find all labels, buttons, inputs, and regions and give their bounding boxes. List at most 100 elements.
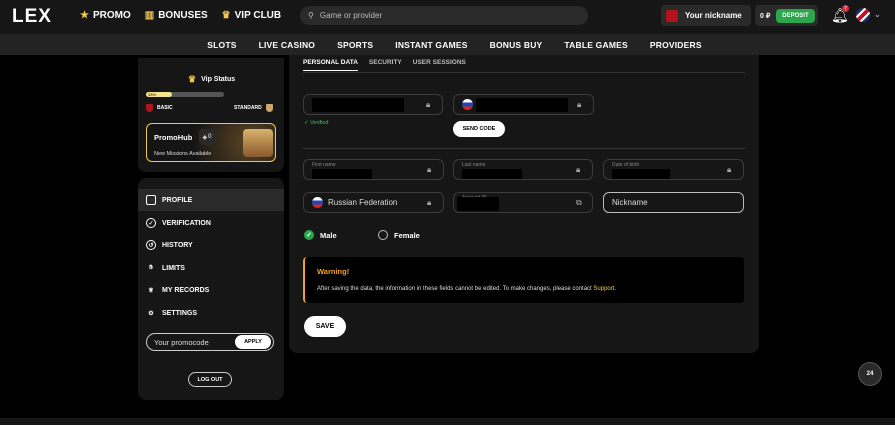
promocode-input[interactable]: Your promocode APPLY [146,333,274,351]
nav-bonuses[interactable]: ▥ BONUSES [145,10,208,21]
first-name-field[interactable]: First name 🔒︎ [303,159,444,180]
country-value: Russian Federation [328,198,398,207]
save-button[interactable]: SAVE [304,316,346,337]
nav-promo-label: PROMO [92,10,131,21]
menu-item-settings[interactable]: ⚙ SETTINGS [138,302,284,324]
nickname-placeholder: Nickname [612,198,648,207]
gender-female-label: Female [394,230,420,240]
date-of-birth-field[interactable]: Date of birth 🔒︎ [603,159,744,180]
phone-field[interactable]: 🔒︎ [453,94,594,115]
category-slots[interactable]: SLOTS [196,34,247,55]
copy-icon[interactable]: ⧉ [576,198,583,207]
uk-flag-icon[interactable] [856,8,870,22]
lock-icon: 🔒︎ [727,165,732,174]
search-input[interactable]: ⚲ Game or provider [300,6,588,25]
tab-user-sessions[interactable]: USER SESSIONS [413,59,466,71]
redacted-value [312,98,404,112]
promohub-card[interactable]: PromoHub ◈ 0 New Missions Available [146,123,276,162]
promohub-counter: ◈ 0 [199,129,215,145]
account-id-field[interactable]: Account ID ⧉ [453,192,593,213]
gender-female-radio[interactable]: Female [378,230,420,240]
user-menu[interactable]: Your nickname [661,5,751,26]
top-header: LEX ★ PROMO ▥ BONUSES ♛ VIP CLUB ⚲ Game or … [0,0,895,34]
search-icon: ⚲ [308,11,314,20]
vip-card: ♛ Vip Status 33% BASIC STANDARD PromoHub … [138,58,284,172]
search-placeholder: Game or provider [319,11,383,20]
lock-icon: 🔒︎ [577,100,582,109]
email-field[interactable]: 🔒︎ [303,94,443,115]
tab-security[interactable]: SECURITY [369,59,402,71]
category-sports[interactable]: SPORTS [326,34,384,55]
nav-promo[interactable]: ★ PROMO [80,10,131,21]
balance-box: 0 ₽ DEPOSIT [755,5,818,26]
support-chat-button[interactable]: 24 [858,362,882,386]
warning-text: After saving the data, the information i… [317,286,617,292]
dob-label: Date of birth [612,162,640,168]
category-nav: SLOTS LIVE CASINO SPORTS INSTANT GAMES B… [0,34,895,55]
check-icon: ✓ [304,230,314,240]
shield-icon [146,104,153,112]
nav-vip-label: VIP CLUB [234,10,282,21]
menu-item-profile[interactable]: PROFILE [138,189,284,211]
menu-item-history[interactable]: ↺ HISTORY [138,234,284,256]
support-link[interactable]: Support [593,286,614,292]
profile-panel: PERSONAL DATA SECURITY USER SESSIONS 🔒︎ … [289,55,759,353]
coin-icon: ◈ [202,134,208,141]
menu-item-label: HISTORY [162,241,193,249]
russia-flag-icon [312,197,323,208]
menu-item-label: VERIFICATION [162,219,211,227]
shield-icon [265,104,273,112]
gift-icon: ▥ [144,10,155,21]
vip-next-label: STANDARD [234,105,262,111]
category-table-games[interactable]: TABLE GAMES [553,34,638,55]
logout-button[interactable]: LOG OUT [188,372,232,387]
nickname: Your nickname [685,11,742,20]
lock-icon: 🔒︎ [426,100,431,109]
lock-icon: 🔒︎ [576,165,581,174]
vip-level-current: BASIC [146,104,173,112]
last-name-label: Last name [462,162,486,168]
nav-bonuses-label: BONUSES [158,10,208,21]
vip-progress-bar: 33% [146,92,224,97]
warning-body: After saving the data, the information i… [317,286,594,292]
crown-icon: ♛ [188,74,197,84]
lock-icon: 🔒︎ [427,198,432,207]
tab-personal-data[interactable]: PERSONAL DATA [303,59,358,71]
verification-icon: ✓ [146,218,156,228]
chevron-down-icon[interactable]: ⌄ [874,10,881,19]
apply-button[interactable]: APPLY [235,335,271,349]
vip-current-label: BASIC [157,105,173,111]
top-nav: ★ PROMO ▥ BONUSES ♛ VIP CLUB [80,10,281,21]
menu-item-verification[interactable]: ✓ VERIFICATION [138,212,284,234]
balance-value: 0 ₽ [760,12,771,20]
history-icon: ↺ [146,240,156,250]
menu-item-label: SETTINGS [162,309,198,317]
logo[interactable]: LEX [12,6,52,28]
profile-icon [146,195,156,205]
nav-vip-club[interactable]: ♛ VIP CLUB [222,10,281,21]
star-icon: ★ [80,10,89,21]
gender-male-label: Male [320,230,337,240]
category-live-casino[interactable]: LIVE CASINO [248,34,327,55]
redacted-value [462,169,522,179]
nickname-field[interactable]: Nickname [603,192,744,213]
promohub-subtitle: New Missions Available [154,151,212,157]
promohub-title: PromoHub [154,133,193,142]
menu-item-my-records[interactable]: ♕ MY RECORDS [138,279,284,301]
gender-male-radio[interactable]: ✓ Male [304,230,337,240]
menu-item-limits[interactable]: ✋︎ LIMITS [138,257,284,279]
category-providers[interactable]: PROVIDERS [639,34,713,55]
notification-badge: 7 [842,5,849,12]
redacted-value [457,197,499,211]
category-instant-games[interactable]: INSTANT GAMES [384,34,478,55]
promohub-count: 0 [208,134,212,140]
send-code-button[interactable]: SEND CODE [453,121,505,137]
deposit-button[interactable]: DEPOSIT [776,8,815,23]
lock-icon: 🔒︎ [427,165,432,174]
country-field[interactable]: Russian Federation 🔒︎ [303,192,444,213]
last-name-field[interactable]: Last name 🔒︎ [453,159,593,180]
warning-box: Warning! After saving the data, the info… [303,257,744,303]
trophy-icon: ♕ [148,287,154,294]
radio-empty [378,230,388,240]
category-bonus-buy[interactable]: BONUS BUY [479,34,554,55]
